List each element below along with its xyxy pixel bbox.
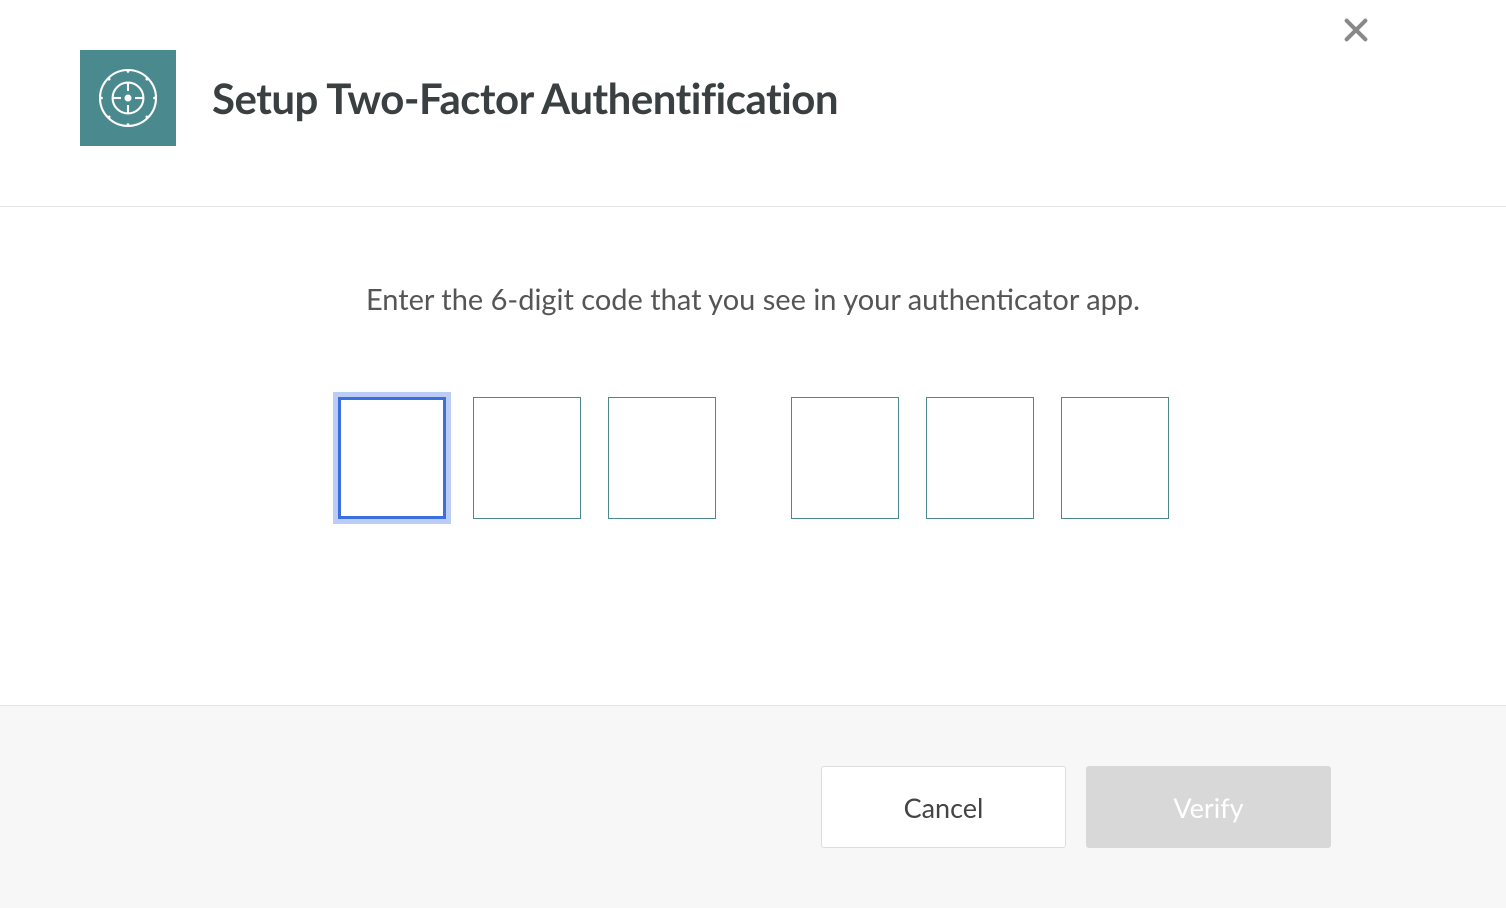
modal-body: Enter the 6-digit code that you see in y… xyxy=(0,207,1506,705)
code-digit-5[interactable] xyxy=(926,397,1034,519)
modal-title: Setup Two-Factor Authentification xyxy=(212,73,838,123)
code-digit-1[interactable] xyxy=(338,397,446,519)
modal-header: Setup Two-Factor Authentification xyxy=(0,0,1506,207)
code-digit-4[interactable] xyxy=(791,397,899,519)
code-digit-2[interactable] xyxy=(473,397,581,519)
close-button[interactable] xyxy=(1336,12,1376,52)
code-group-1 xyxy=(338,397,716,519)
instruction-text: Enter the 6-digit code that you see in y… xyxy=(80,282,1426,317)
cancel-button[interactable]: Cancel xyxy=(821,766,1066,848)
vault-icon xyxy=(80,50,176,146)
code-digit-3[interactable] xyxy=(608,397,716,519)
code-group-2 xyxy=(791,397,1169,519)
modal-footer: Cancel Verify xyxy=(0,705,1506,908)
verify-button[interactable]: Verify xyxy=(1086,766,1331,848)
code-input-group xyxy=(80,397,1426,519)
two-factor-setup-modal: Setup Two-Factor Authentification Enter … xyxy=(0,0,1506,908)
code-digit-6[interactable] xyxy=(1061,397,1169,519)
close-icon xyxy=(1342,13,1370,51)
